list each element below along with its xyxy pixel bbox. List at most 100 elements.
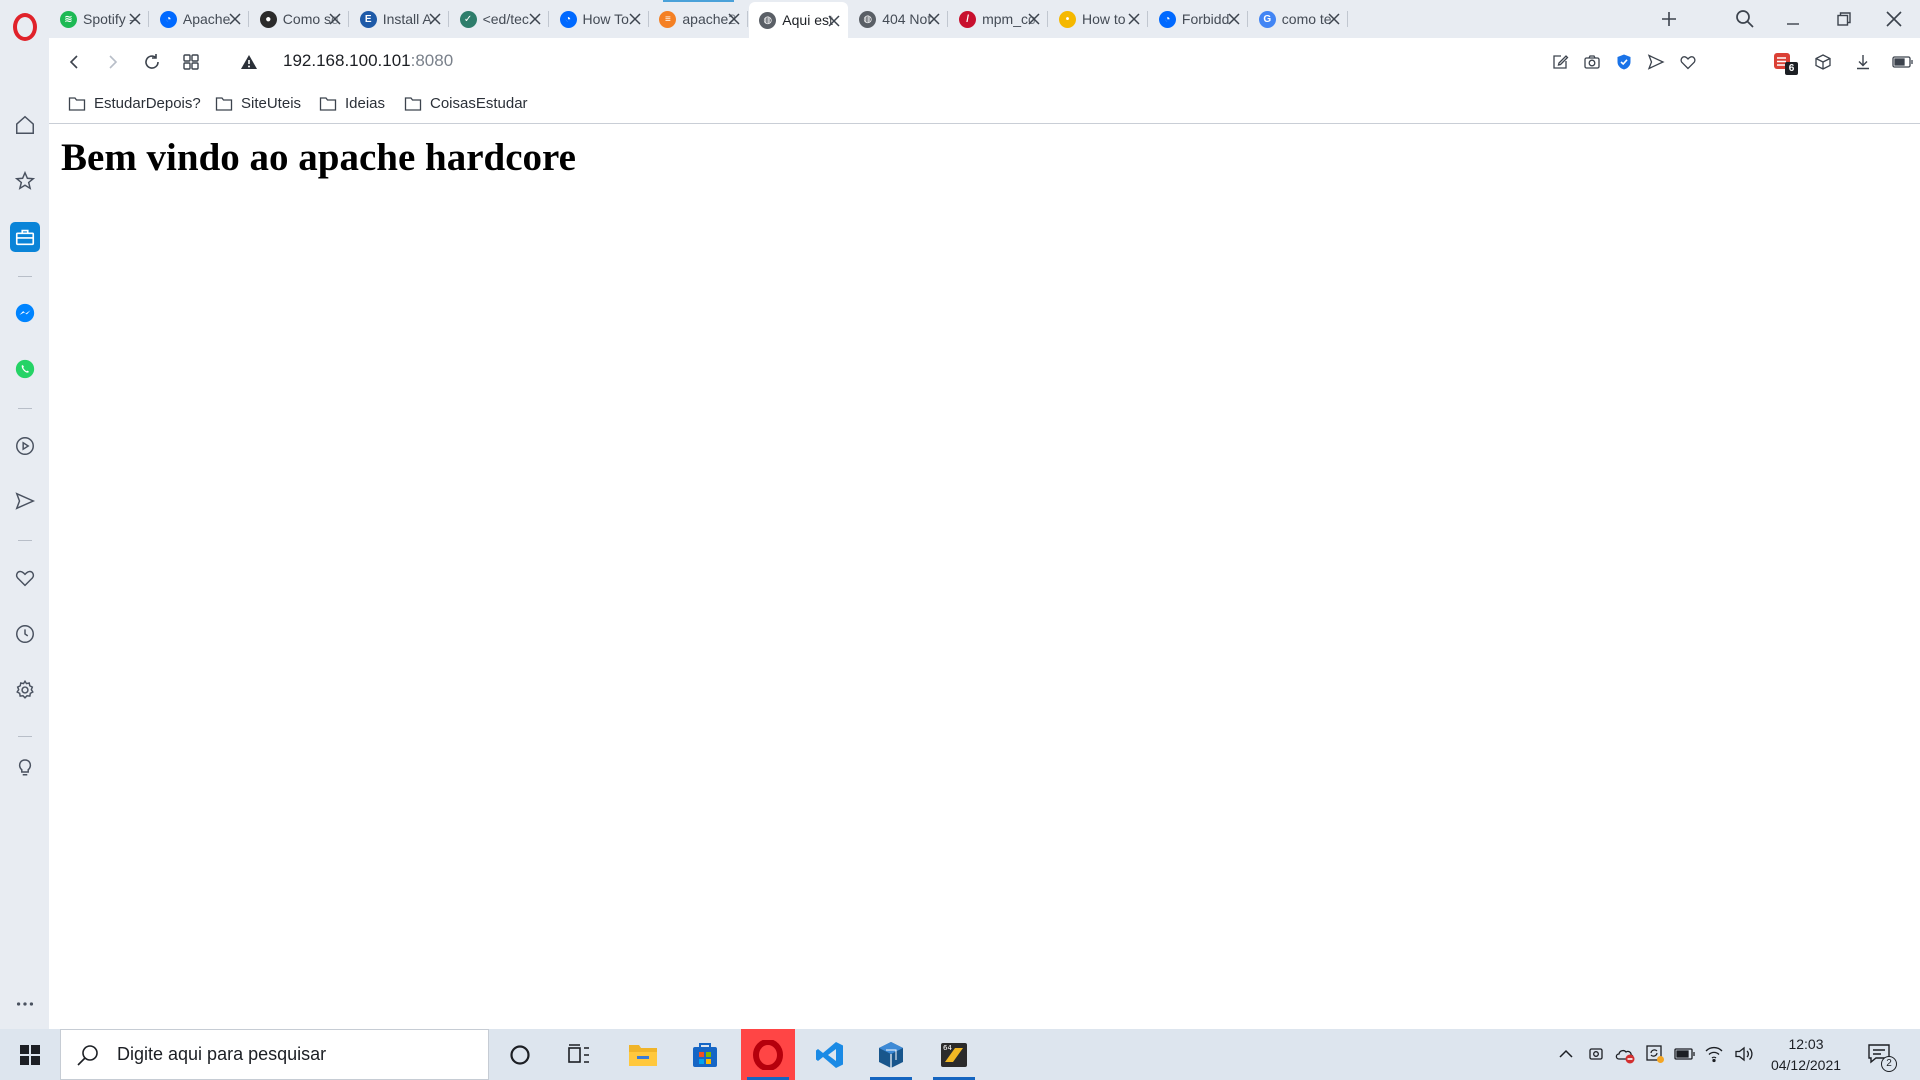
tab-search-icon[interactable] — [1730, 4, 1760, 34]
minimize-window-button[interactable] — [1778, 4, 1808, 34]
tab-4[interactable]: ✓ <ed/tec — [450, 0, 549, 38]
clock-time: 12:03 — [1788, 1036, 1824, 1052]
tab-11[interactable]: ◔ Forbidd — [1149, 0, 1248, 38]
download-icon[interactable] — [1852, 51, 1874, 73]
back-button[interactable] — [62, 50, 86, 74]
tray-wifi-icon[interactable] — [1703, 1043, 1725, 1065]
tray-sync-icon[interactable] — [1644, 1043, 1666, 1065]
globe-icon: ◍ — [759, 11, 777, 29]
history-icon[interactable] — [12, 621, 38, 647]
folder-icon — [68, 96, 86, 111]
todoist-extension-icon[interactable]: 6 — [1772, 51, 1798, 75]
sidebar-divider — [18, 736, 32, 737]
bookmark-label: Ideias — [345, 95, 386, 112]
tab-close-icon[interactable] — [227, 11, 243, 27]
vpn-shield-icon[interactable] — [1613, 51, 1635, 73]
url-field[interactable]: 192.168.100.101:8080 — [283, 51, 453, 71]
show-hidden-icons-chevron[interactable] — [1555, 1043, 1577, 1065]
battery-saver-icon[interactable] — [1892, 51, 1914, 73]
tab-close-icon[interactable] — [1026, 11, 1042, 27]
tab-10[interactable]: • How to — [1049, 0, 1148, 38]
reload-button[interactable] — [140, 50, 164, 74]
tab-divider — [1346, 11, 1348, 27]
whatsapp-icon[interactable] — [12, 356, 38, 382]
bookmark-folder-coisasestudar[interactable]: CoisasEstudar — [404, 95, 528, 112]
close-window-button[interactable] — [1879, 4, 1909, 34]
cortana-button[interactable] — [493, 1029, 547, 1080]
tab-divider — [947, 11, 949, 27]
more-dots-icon[interactable] — [12, 991, 38, 1017]
send-flow-icon[interactable] — [1645, 51, 1667, 73]
tab-divider — [1147, 11, 1148, 27]
web-page-viewport: Bem vindo ao apache hardcore — [49, 125, 1920, 1029]
tab-7[interactable]: ◍ Aqui est — [749, 2, 849, 38]
spotify-icon: ≋ — [60, 10, 77, 28]
home-icon[interactable] — [12, 112, 38, 138]
digitalocean-icon: ◔ — [1158, 10, 1176, 28]
vscode-icon — [816, 1041, 843, 1068]
taskbar-search-box[interactable]: Digite aqui para pesquisar — [60, 1029, 489, 1080]
taskbar-file-explorer[interactable] — [616, 1029, 670, 1080]
tab-0[interactable]: ≋ Spotify – — [50, 0, 149, 38]
tab-close-icon[interactable] — [627, 11, 643, 27]
tab-close-icon[interactable] — [926, 11, 942, 27]
camera-icon[interactable] — [1581, 51, 1603, 73]
tab-8[interactable]: ◍ 404 Not — [849, 0, 949, 38]
cortana-circle-icon — [510, 1044, 530, 1065]
messenger-icon[interactable] — [12, 300, 38, 326]
tab-close-icon[interactable] — [1126, 11, 1142, 27]
tray-volume-icon[interactable] — [1733, 1043, 1755, 1065]
tab-close-icon[interactable] — [127, 11, 143, 27]
action-center-button[interactable]: 2 — [1866, 1041, 1897, 1072]
taskbar-virtualbox[interactable] — [864, 1029, 918, 1080]
tab-5[interactable]: ◔ How To — [550, 0, 649, 38]
tab-divider — [347, 11, 349, 27]
tab-close-icon[interactable] — [1226, 11, 1242, 27]
tabs-grid-icon[interactable] — [179, 50, 203, 74]
taskbar-opera[interactable] — [741, 1029, 795, 1080]
tray-onedrive-error-icon[interactable] — [1614, 1043, 1636, 1065]
tab-close-icon[interactable] — [826, 13, 842, 29]
taskbar-vscode[interactable] — [803, 1029, 857, 1080]
not-secure-warning-icon[interactable] — [237, 50, 261, 74]
windows-start-button[interactable] — [0, 1029, 60, 1080]
snapshot-edit-icon[interactable] — [1549, 51, 1571, 73]
player-icon[interactable] — [12, 433, 38, 459]
tab-12[interactable]: Gcomo te — [1249, 0, 1348, 38]
new-tab-button[interactable] — [1657, 7, 1681, 31]
taskbar-clock[interactable]: 12:03 04/12/2021 — [1764, 1034, 1848, 1076]
speed-dial-icon[interactable] — [12, 168, 38, 194]
tab-6[interactable]: ≡ apache2 — [649, 0, 749, 38]
digitalocean-icon: ◔ — [559, 10, 577, 28]
taskbar-microsoft-store[interactable] — [678, 1029, 732, 1080]
heart-icon[interactable] — [12, 565, 38, 591]
digitalocean-icon: ◔ — [159, 10, 177, 28]
restore-window-button[interactable] — [1829, 4, 1859, 34]
notification-count-badge: 2 — [1881, 1056, 1897, 1072]
send-icon[interactable] — [12, 488, 38, 514]
bookmark-folder-siteuteis[interactable]: SiteUteis — [215, 95, 301, 112]
task-view-button[interactable] — [552, 1029, 606, 1080]
tab-close-icon[interactable] — [726, 11, 742, 27]
lightbulb-icon[interactable] — [12, 754, 38, 780]
tab-3[interactable]: E Install A — [350, 0, 449, 38]
tab-close-icon[interactable] — [427, 11, 443, 27]
forward-button[interactable] — [101, 50, 125, 74]
extensions-cube-icon[interactable] — [1812, 51, 1834, 73]
tab-1[interactable]: ◔ Apache — [150, 0, 249, 38]
tab-9[interactable]: / mpm_co — [949, 0, 1049, 38]
tray-battery-icon[interactable] — [1674, 1043, 1696, 1065]
bookmark-folder-estudardepois[interactable]: EstudarDepois? — [68, 95, 201, 112]
settings-gear-icon[interactable] — [12, 677, 38, 703]
taskbar-mintty-terminal[interactable]: 64 — [927, 1029, 981, 1080]
opera-logo-icon[interactable] — [13, 13, 37, 41]
bookmark-folder-ideias[interactable]: Ideias — [319, 95, 385, 112]
tab-2[interactable]: ● Como se — [250, 0, 349, 38]
tab-close-icon[interactable] — [1326, 11, 1342, 27]
tab-close-icon[interactable] — [527, 11, 543, 27]
bookmark-heart-icon[interactable] — [1677, 51, 1699, 73]
stackoverflow-icon: ≡ — [659, 10, 677, 28]
tab-close-icon[interactable] — [327, 11, 343, 27]
tray-meet-now-icon[interactable] — [1585, 1043, 1607, 1065]
workspace-icon[interactable] — [10, 222, 40, 252]
